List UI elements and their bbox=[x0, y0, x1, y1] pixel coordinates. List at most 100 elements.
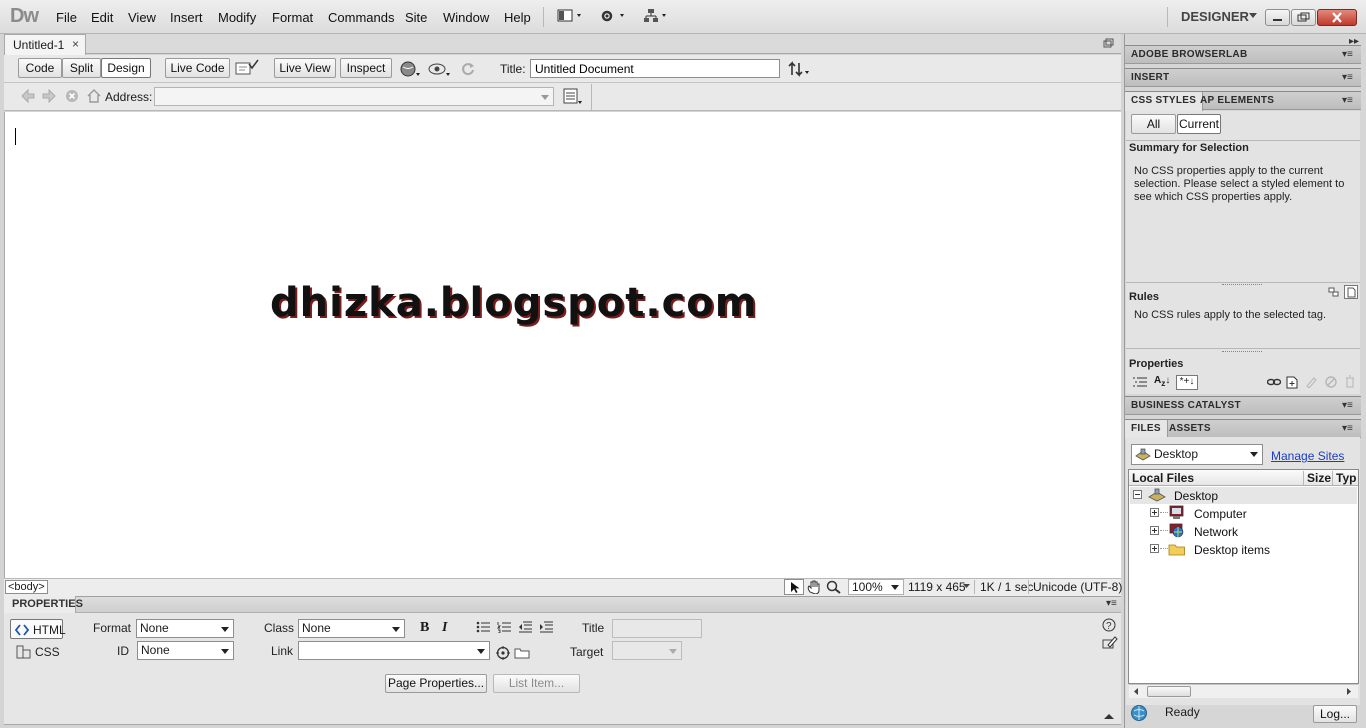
browse-folder-icon[interactable] bbox=[514, 647, 530, 659]
panel-options-icon[interactable]: ▾≡ bbox=[1342, 95, 1353, 106]
menu-format[interactable]: Format bbox=[272, 10, 313, 25]
target-select[interactable] bbox=[612, 641, 682, 660]
all-mode-button[interactable]: All bbox=[1131, 114, 1176, 134]
layout-icon[interactable] bbox=[557, 8, 585, 24]
about-icon[interactable] bbox=[1344, 285, 1358, 299]
type-column[interactable]: Typ bbox=[1336, 471, 1356, 485]
menu-modify[interactable]: Modify bbox=[218, 10, 256, 25]
stop-icon[interactable] bbox=[65, 89, 79, 103]
browserlab-panel-header[interactable]: ADOBE BROWSERLAB ▾≡ bbox=[1125, 45, 1361, 64]
panel-options-icon[interactable]: ▾≡ bbox=[1342, 49, 1353, 60]
business-catalyst-tab[interactable]: BUSINESS CATALYST bbox=[1125, 397, 1247, 416]
home-icon[interactable] bbox=[86, 88, 102, 104]
tree-item-desktop[interactable]: Desktop bbox=[1174, 489, 1218, 503]
log-button[interactable]: Log... bbox=[1313, 705, 1357, 723]
menu-window[interactable]: Window bbox=[443, 10, 489, 25]
collapse-tree-icon[interactable] bbox=[1133, 490, 1143, 500]
insert-tab[interactable]: INSERT bbox=[1125, 69, 1175, 88]
chevron-down-icon[interactable] bbox=[1248, 11, 1258, 19]
quick-tag-editor-icon[interactable] bbox=[1102, 635, 1118, 649]
new-css-rule-icon[interactable] bbox=[1286, 375, 1298, 389]
tag-selector[interactable]: <body> bbox=[5, 580, 48, 594]
inspect-button[interactable]: Inspect bbox=[340, 58, 392, 78]
restore-document-icon[interactable] bbox=[1103, 38, 1115, 48]
window-size[interactable]: 1119 x 465 bbox=[908, 580, 966, 594]
bold-button[interactable]: B bbox=[420, 620, 429, 636]
scrollbar-thumb[interactable] bbox=[1147, 686, 1191, 697]
point-to-file-icon[interactable] bbox=[496, 646, 510, 660]
class-select[interactable]: None bbox=[298, 619, 405, 638]
panel-options-icon[interactable]: ▾≡ bbox=[1342, 72, 1353, 83]
split-view-button[interactable]: Split bbox=[62, 58, 101, 78]
menu-file[interactable]: File bbox=[56, 10, 77, 25]
tree-item-computer[interactable]: Computer bbox=[1194, 507, 1247, 521]
business-catalyst-header[interactable]: BUSINESS CATALYST ▾≡ bbox=[1125, 396, 1361, 415]
chevron-down-icon[interactable] bbox=[963, 584, 971, 590]
current-mode-button[interactable]: Current bbox=[1177, 114, 1221, 134]
live-view-button[interactable]: Live View bbox=[274, 58, 336, 78]
title-field[interactable] bbox=[612, 619, 702, 638]
forward-arrow-icon[interactable] bbox=[41, 89, 57, 103]
code-view-button[interactable]: Code bbox=[18, 58, 62, 78]
alphabetical-view-icon[interactable]: Az↓ bbox=[1154, 375, 1170, 388]
tree-item-desktop-items[interactable]: Desktop items bbox=[1194, 543, 1270, 557]
outdent-icon[interactable] bbox=[518, 621, 532, 633]
ordered-list-icon[interactable] bbox=[497, 621, 511, 633]
css-styles-tab[interactable]: CSS STYLES bbox=[1125, 92, 1204, 111]
column-divider[interactable] bbox=[1332, 471, 1333, 485]
check-validation-icon[interactable] bbox=[235, 59, 259, 77]
minimize-button[interactable] bbox=[1265, 9, 1290, 26]
address-input[interactable] bbox=[154, 87, 554, 106]
title-input[interactable] bbox=[530, 59, 780, 78]
category-view-icon[interactable] bbox=[1132, 376, 1148, 388]
select-tool-icon[interactable] bbox=[784, 579, 804, 595]
collapse-panel-icon[interactable] bbox=[1103, 712, 1115, 720]
resize-grip[interactable] bbox=[1222, 284, 1262, 286]
local-files-column[interactable]: Local Files bbox=[1132, 471, 1194, 485]
preview-browser-icon[interactable] bbox=[400, 60, 422, 78]
zoom-tool-icon[interactable] bbox=[826, 580, 842, 594]
site-map-icon[interactable] bbox=[644, 8, 672, 24]
panel-options-icon[interactable]: ▾≡ bbox=[1342, 400, 1353, 411]
page-properties-button[interactable]: Page Properties... bbox=[385, 674, 487, 693]
gear-icon[interactable] bbox=[600, 8, 628, 24]
close-tab-icon[interactable]: × bbox=[72, 37, 79, 51]
file-management-icon[interactable] bbox=[788, 60, 812, 78]
ap-elements-tab[interactable]: AP ELEMENTS bbox=[1194, 92, 1280, 111]
indent-icon[interactable] bbox=[539, 621, 553, 633]
show-set-properties-icon[interactable]: *+↓ bbox=[1176, 375, 1198, 390]
expand-tree-icon[interactable] bbox=[1150, 526, 1160, 536]
design-canvas[interactable] bbox=[4, 112, 1121, 578]
browser-options-icon[interactable] bbox=[563, 88, 585, 106]
help-icon[interactable]: ? bbox=[1102, 618, 1116, 632]
cascade-icon[interactable] bbox=[1328, 287, 1340, 299]
panel-options-icon[interactable]: ▾≡ bbox=[1106, 598, 1117, 609]
manage-sites-link[interactable]: Manage Sites bbox=[1271, 449, 1344, 463]
menu-help[interactable]: Help bbox=[504, 10, 531, 25]
expand-tree-icon[interactable] bbox=[1150, 544, 1160, 554]
html-mode-button[interactable]: HTML bbox=[10, 619, 66, 639]
zoom-select[interactable]: 100% bbox=[848, 579, 904, 595]
restore-button[interactable] bbox=[1291, 9, 1316, 26]
refresh-icon[interactable] bbox=[460, 60, 476, 76]
tree-item-network[interactable]: Network bbox=[1194, 525, 1238, 539]
menu-site[interactable]: Site bbox=[405, 10, 427, 25]
site-select[interactable]: Desktop bbox=[1131, 444, 1263, 465]
unordered-list-icon[interactable] bbox=[476, 621, 490, 633]
expand-tree-icon[interactable] bbox=[1150, 508, 1160, 518]
panel-options-icon[interactable]: ▾≡ bbox=[1342, 423, 1353, 434]
menu-commands[interactable]: Commands bbox=[328, 10, 394, 25]
hand-tool-icon[interactable] bbox=[806, 580, 824, 594]
format-select[interactable]: None bbox=[136, 619, 234, 638]
insert-panel-header[interactable]: INSERT ▾≡ bbox=[1125, 68, 1361, 87]
link-input[interactable] bbox=[298, 641, 490, 660]
design-view-button[interactable]: Design bbox=[101, 58, 151, 78]
css-mode-icon[interactable] bbox=[16, 645, 32, 659]
id-select[interactable]: None bbox=[137, 641, 234, 660]
menu-edit[interactable]: Edit bbox=[91, 10, 113, 25]
disable-property-icon[interactable] bbox=[1325, 376, 1337, 388]
properties-tab[interactable]: PROPERTIES bbox=[4, 596, 83, 613]
list-item-button[interactable]: List Item... bbox=[493, 674, 580, 693]
visual-aids-icon[interactable] bbox=[428, 60, 452, 78]
close-window-button[interactable] bbox=[1317, 9, 1357, 26]
